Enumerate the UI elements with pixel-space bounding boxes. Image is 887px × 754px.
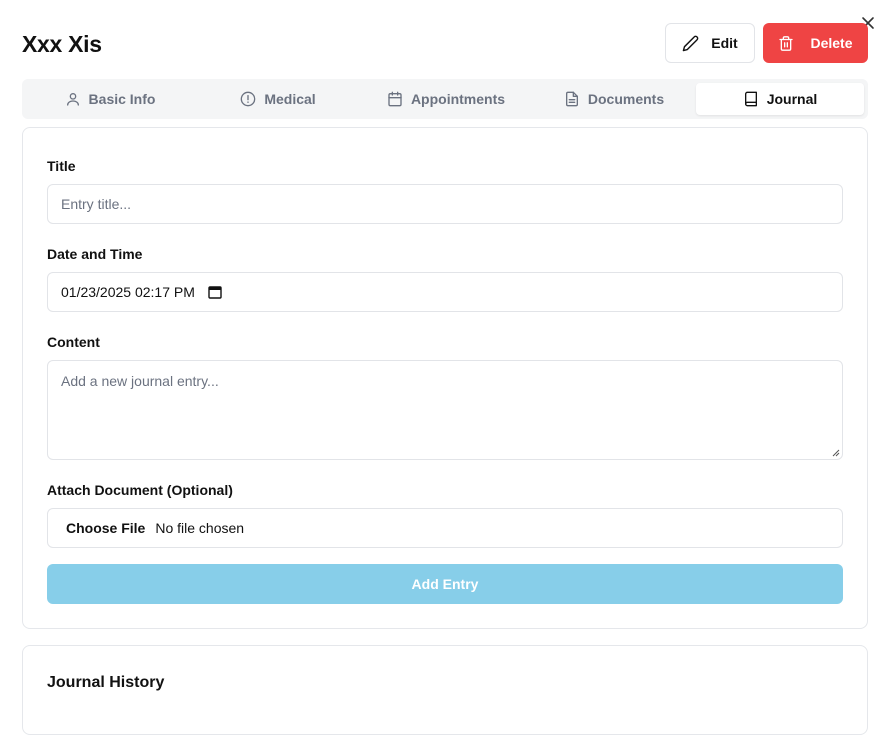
choose-file-button[interactable]: Choose File [66,520,145,536]
no-file-text: No file chosen [155,520,245,536]
content-placeholder: Add a new journal entry... [61,373,219,389]
attach-label: Attach Document (Optional) [47,482,233,498]
tab-label: Documents [587,91,665,107]
edit-button[interactable]: Edit [665,23,755,63]
delete-button-label: Delete [810,35,853,51]
title-placeholder: Entry title... [61,196,132,212]
journal-history-card: Journal History [22,645,868,735]
resize-grip-icon[interactable] [832,449,840,457]
trash-icon [779,35,794,51]
tab-journal[interactable]: Journal [696,83,864,115]
tab-basic-info[interactable]: Basic Info [26,83,194,115]
book-icon [744,91,757,107]
tab-appointments[interactable]: Appointments [362,83,530,115]
tab-label: Medical [264,91,316,107]
dialog-header: Xxx Xis Edit Delete [22,23,868,63]
title-input[interactable]: Entry title... [47,184,843,224]
title-label: Title [47,158,76,174]
tab-label: Appointments [410,91,506,107]
edit-button-label: Edit [711,35,738,51]
file-input[interactable]: Choose File No file chosen [47,508,843,548]
datetime-label: Date and Time [47,246,143,262]
alert-circle-icon [240,91,256,107]
datetime-input[interactable]: 01/23/2025 02:17 PM [47,272,843,312]
content-label: Content [47,334,100,350]
journal-entry-form: Title Entry title... Date and Time 01/23… [22,127,868,629]
tab-bar: Basic Info Medical Appointments Document… [22,79,868,119]
tab-documents[interactable]: Documents [530,83,698,115]
file-text-icon [565,91,578,107]
delete-button[interactable]: Delete [763,23,868,63]
pencil-icon [682,35,699,51]
calendar-icon [388,91,402,107]
tab-label: Basic Info [88,91,156,107]
content-textarea[interactable]: Add a new journal entry... [47,360,843,460]
calendar-icon[interactable] [207,284,223,300]
datetime-value: 01/23/2025 02:17 PM [61,284,195,300]
patient-name: Xxx Xis [22,31,102,57]
journal-history-title: Journal History [47,674,165,691]
user-icon [66,93,79,106]
tab-medical[interactable]: Medical [194,83,362,115]
tab-label: Journal [766,91,818,107]
add-entry-button[interactable]: Add Entry [47,564,843,604]
